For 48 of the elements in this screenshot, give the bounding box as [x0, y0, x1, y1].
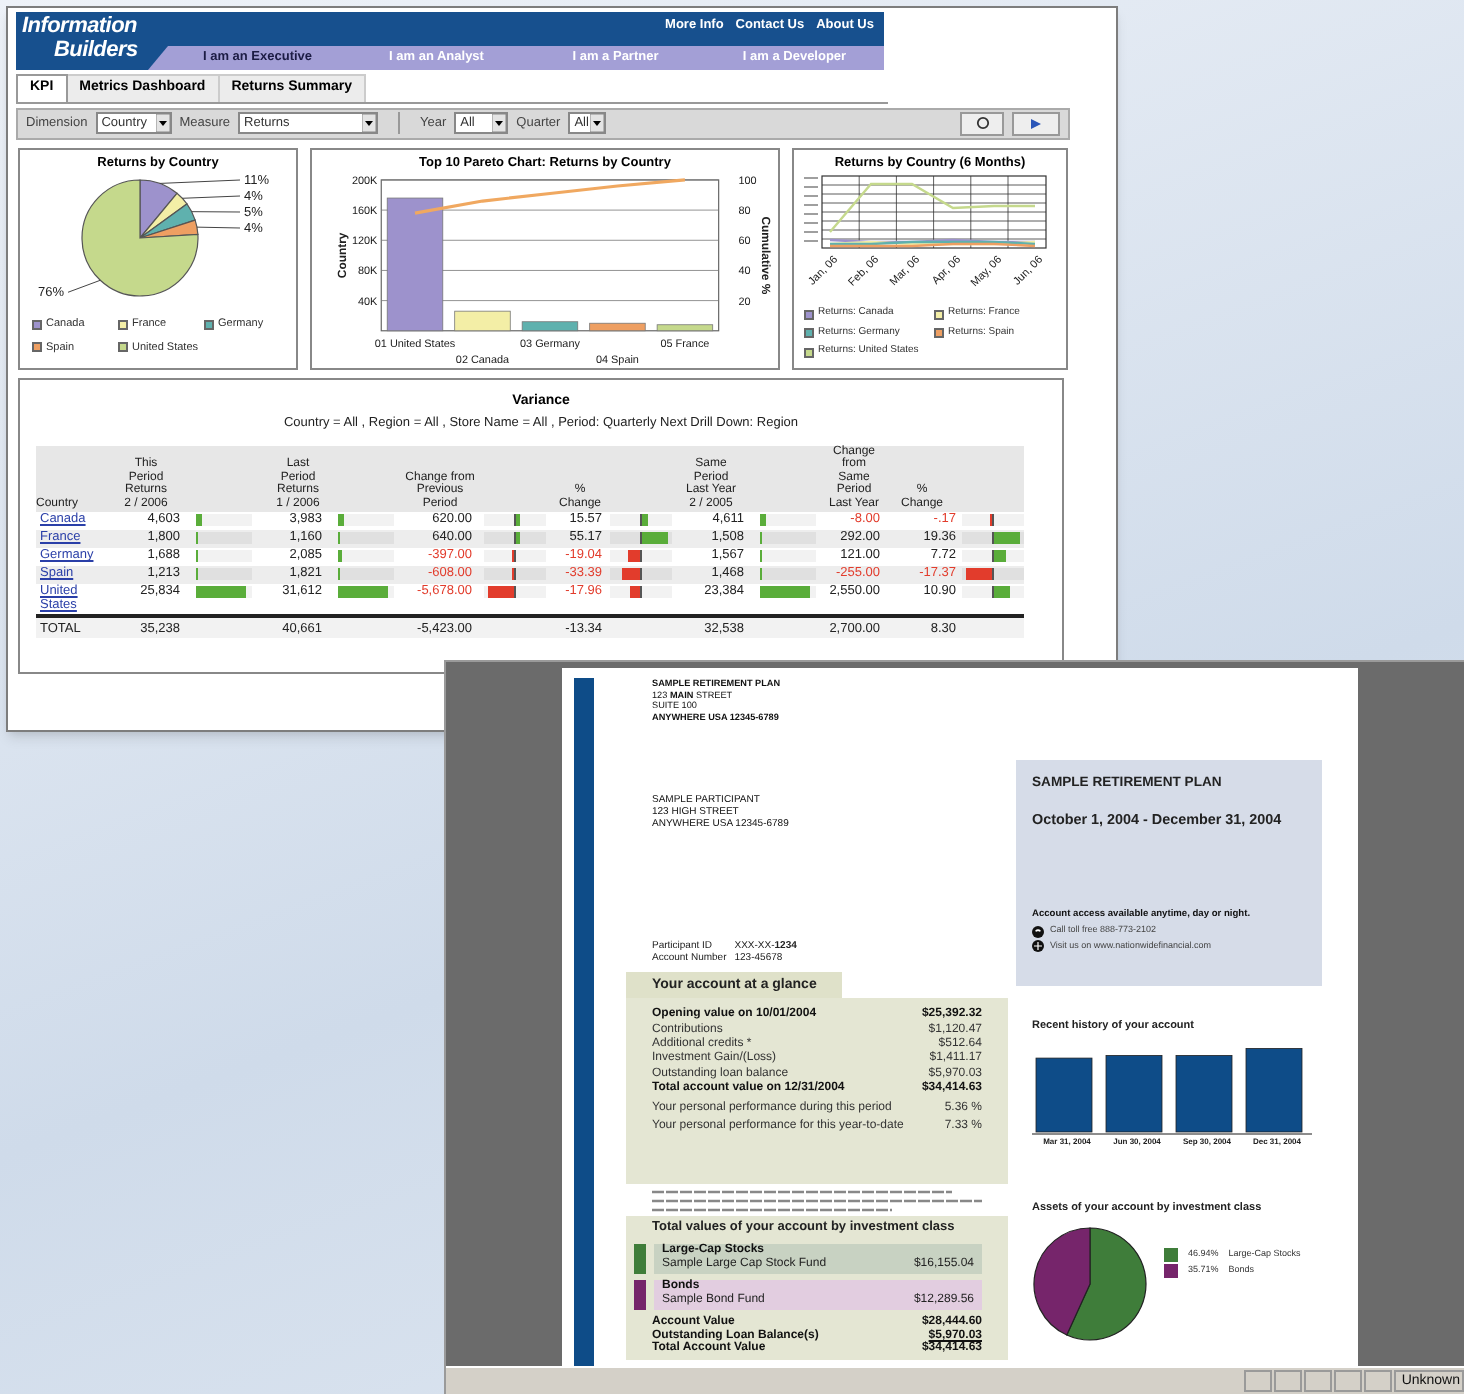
legend-swatch: [32, 342, 42, 353]
axis-line: [639, 514, 641, 527]
run-button[interactable]: [1012, 111, 1060, 135]
header-cell: [960, 445, 1024, 513]
legend-swatch: [32, 319, 42, 330]
axis-line: [991, 586, 993, 599]
play-icon: [1030, 117, 1042, 129]
leader-line: [67, 280, 101, 294]
status-pane: [1243, 1370, 1272, 1392]
axis-line: [639, 550, 641, 563]
axis-line: [639, 568, 641, 581]
legend-swatch: [204, 319, 214, 330]
bar: [521, 321, 579, 332]
axis-line: [991, 532, 993, 545]
legend-swatch: [118, 342, 128, 353]
axis-line: [991, 550, 993, 563]
axis-line: [991, 568, 993, 581]
axis-line: [514, 568, 516, 581]
refresh-icon: [975, 116, 989, 130]
axis-line: [514, 514, 516, 527]
legend-swatch: [118, 319, 128, 330]
caret-icon: [590, 114, 605, 132]
bar: [454, 311, 511, 332]
caret-icon: [362, 114, 377, 132]
status-pane: [1273, 1370, 1302, 1392]
leader-line: [191, 211, 241, 213]
axis-line: [514, 550, 516, 563]
phone-icon: [1032, 925, 1044, 938]
bar: [589, 323, 646, 332]
caret-icon: [155, 114, 170, 132]
pie-slice: [1033, 1226, 1091, 1335]
leader-line: [181, 196, 241, 200]
leader-line: [159, 180, 241, 185]
status-pane: [1303, 1370, 1332, 1392]
axis-line: [639, 586, 641, 599]
logo-text: Builders: [52, 38, 140, 62]
refresh-button[interactable]: [960, 111, 1004, 135]
caret-icon: [492, 114, 507, 132]
bar: [656, 324, 714, 332]
leader-line: [196, 227, 241, 229]
globe-icon: [1032, 940, 1044, 953]
axis-line: [514, 532, 516, 545]
logo-text: Information: [22, 14, 139, 38]
axis-line: [639, 532, 641, 545]
status-pane: [1363, 1370, 1392, 1392]
pie-slice: [1066, 1226, 1147, 1340]
status-pane: [1333, 1370, 1362, 1392]
axis-line: [514, 586, 516, 599]
